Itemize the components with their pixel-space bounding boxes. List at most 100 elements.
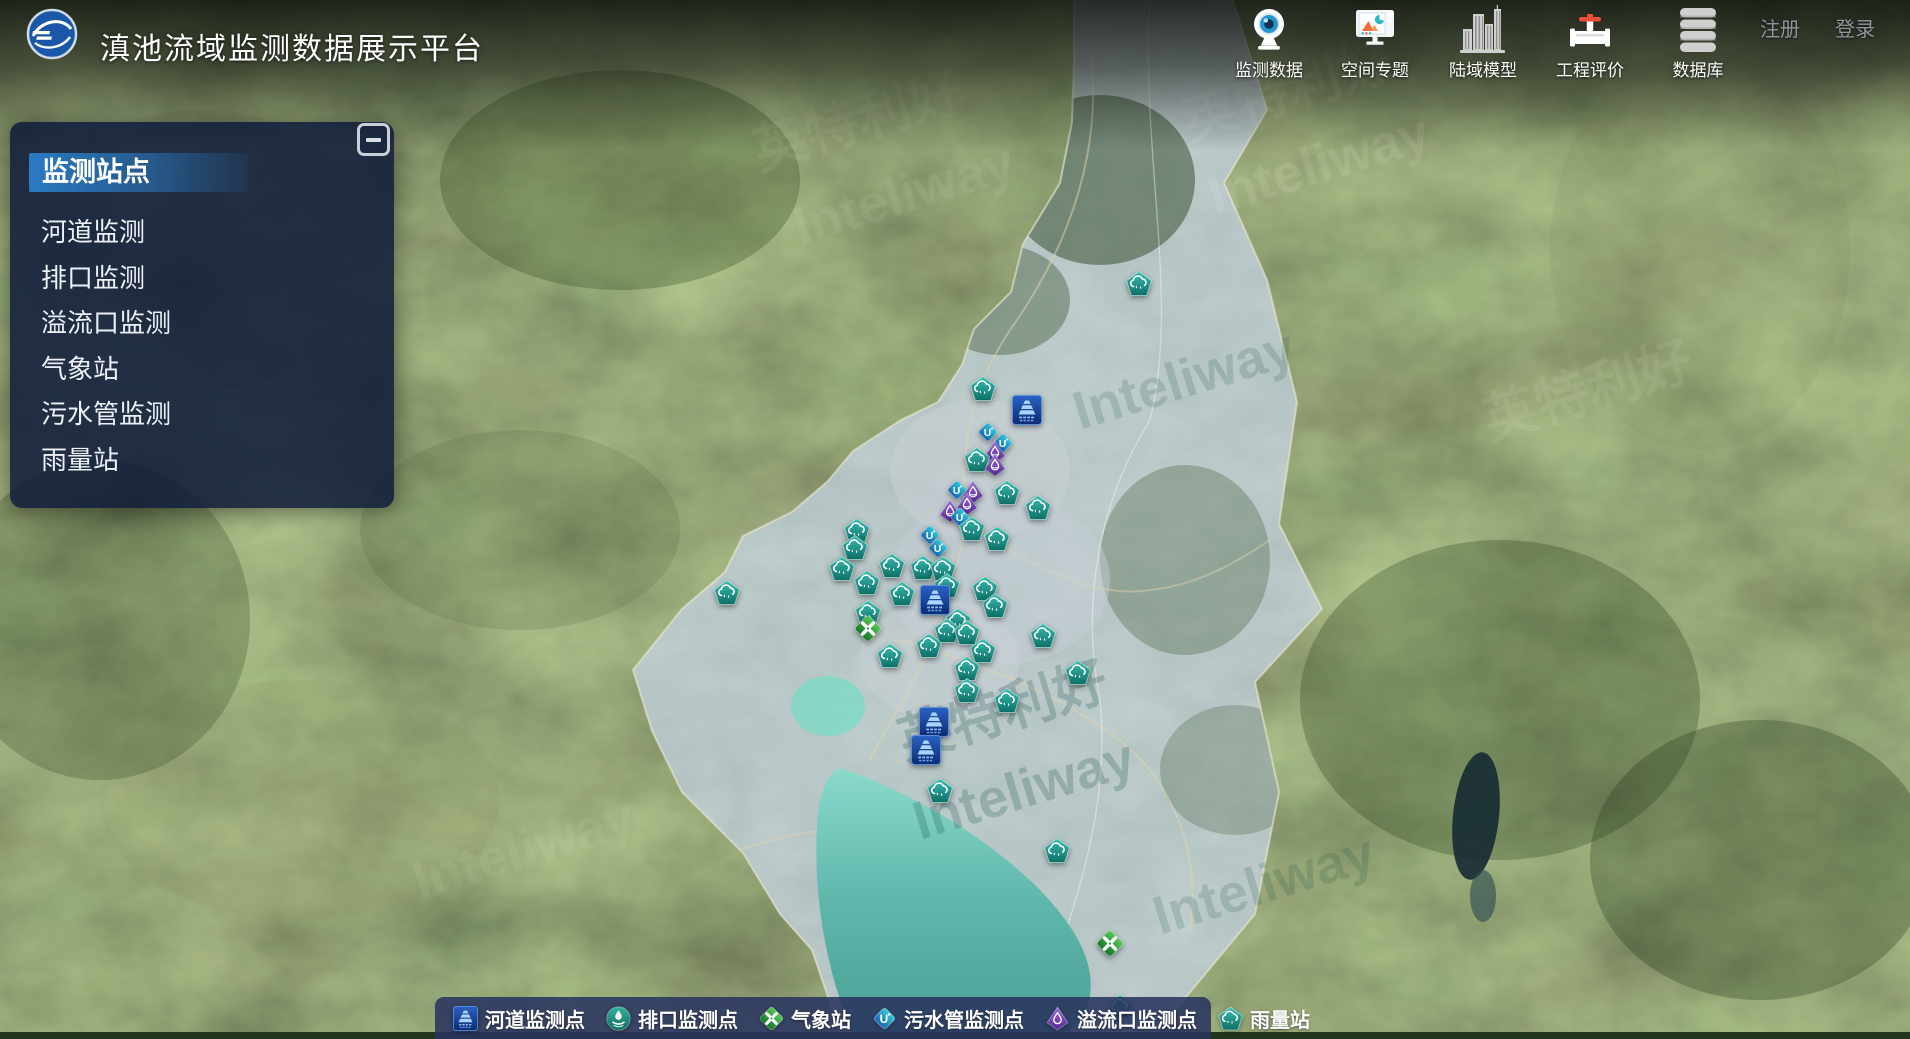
- map-marker-rain[interactable]: [970, 376, 996, 401]
- map-marker-overflow[interactable]: [984, 453, 1006, 477]
- overflow-outlet-legend-icon: [1045, 1006, 1070, 1031]
- svg-text:U: U: [934, 543, 942, 555]
- rain-station-legend-icon: [1218, 1006, 1243, 1031]
- rain-station-icon: [1030, 623, 1056, 648]
- rain-station-icon: [916, 633, 942, 658]
- map-marker-rain[interactable]: [927, 778, 953, 803]
- rain-station-icon: [982, 593, 1008, 618]
- rain-station-icon: [854, 570, 880, 595]
- sidebar-item-outlet-monitoring[interactable]: 排口监测: [10, 256, 394, 302]
- river-station-icon: [1012, 395, 1042, 425]
- rain-station-icon: [877, 643, 903, 668]
- map-marker-rain[interactable]: [954, 678, 980, 703]
- nav-item-project-evaluation[interactable]: 工程评价: [1542, 5, 1638, 81]
- rain-station-icon: [1065, 660, 1091, 685]
- weather-station-legend-icon: [759, 1006, 784, 1031]
- nav-label: 监测数据: [1235, 56, 1303, 81]
- legend-item-rain[interactable]: 雨量站: [1218, 1004, 1310, 1033]
- minimize-icon: [366, 138, 381, 142]
- overflow-outlet-station-icon: [984, 453, 1006, 477]
- legend-item-weather[interactable]: 气象站: [759, 1004, 851, 1033]
- rain-station-icon: [1025, 495, 1051, 520]
- panel-header-monitoring-stations[interactable]: 监测站点: [29, 153, 248, 192]
- svg-text:U: U: [984, 427, 992, 439]
- legend-label: 气象站: [791, 1004, 851, 1033]
- svg-text:U: U: [880, 1012, 889, 1026]
- map-legend: 河道监测点 排口监测点 气象站 U: [435, 997, 1211, 1039]
- nav-item-spatial-topics[interactable]: 空间专题: [1327, 5, 1423, 81]
- map-marker-rain[interactable]: [994, 480, 1020, 505]
- panel-header-label: 监测站点: [42, 157, 150, 187]
- map-marker-rain[interactable]: [982, 593, 1008, 618]
- map-marker-rain[interactable]: [916, 633, 942, 658]
- map-marker-rain[interactable]: [854, 570, 880, 595]
- map-marker-river[interactable]: [1012, 395, 1042, 425]
- map-marker-rain[interactable]: [1126, 271, 1152, 296]
- legend-item-overflow[interactable]: 溢流口监测点: [1045, 1004, 1197, 1033]
- buildings-icon: [1459, 5, 1507, 53]
- map-marker-weather[interactable]: [1096, 930, 1124, 957]
- map-marker-rain[interactable]: [879, 553, 905, 578]
- map-marker-rain[interactable]: [959, 516, 985, 541]
- outlet-station-legend-icon: [606, 1006, 631, 1031]
- legend-label: 排口监测点: [638, 1004, 738, 1033]
- legend-item-sewage[interactable]: U 污水管监测点: [872, 1004, 1024, 1033]
- nav-label: 工程评价: [1556, 56, 1624, 81]
- map-marker-rain[interactable]: [1025, 495, 1051, 520]
- valve-icon: [1566, 5, 1614, 53]
- nav-label: 空间专题: [1341, 56, 1409, 81]
- monitor-chart-icon: [1351, 5, 1399, 53]
- sidebar-item-rain-station[interactable]: 雨量站: [10, 438, 394, 484]
- nav-item-land-model[interactable]: 陆域模型: [1435, 5, 1531, 81]
- map-marker-rain[interactable]: [1030, 623, 1056, 648]
- rain-station-icon: [829, 556, 855, 581]
- legend-label: 溢流口监测点: [1077, 1004, 1197, 1033]
- sewage-pipe-legend-icon: U: [872, 1006, 897, 1031]
- map-marker-weather[interactable]: [854, 615, 882, 642]
- sidebar-item-sewage-pipe-monitoring[interactable]: 污水管监测: [10, 392, 394, 438]
- legend-item-outlet[interactable]: 排口监测点: [606, 1004, 738, 1033]
- map-marker-rain[interactable]: [984, 526, 1010, 551]
- map-marker-river[interactable]: [919, 707, 949, 737]
- nav-label: 数据库: [1673, 56, 1724, 81]
- rain-station-icon: [714, 580, 740, 605]
- webcam-icon: [1245, 5, 1293, 53]
- platform-logo: [26, 8, 78, 60]
- rain-station-icon: [954, 678, 980, 703]
- legend-label: 河道监测点: [485, 1004, 585, 1033]
- map-marker-rain[interactable]: [994, 688, 1020, 713]
- small-lake: [791, 676, 865, 736]
- map-marker-rain[interactable]: [714, 580, 740, 605]
- map-marker-rain[interactable]: [1044, 838, 1070, 863]
- rain-station-icon: [1044, 838, 1070, 863]
- sidebar-item-overflow-monitoring[interactable]: 溢流口监测: [10, 301, 394, 347]
- rain-station-icon: [959, 516, 985, 541]
- rain-station-icon: [879, 553, 905, 578]
- map-marker-rain[interactable]: [1065, 660, 1091, 685]
- rain-station-icon: [994, 688, 1020, 713]
- map-marker-river[interactable]: [911, 735, 941, 765]
- sidebar-item-river-monitoring[interactable]: 河道监测: [10, 210, 394, 256]
- rain-station-icon: [889, 581, 915, 606]
- page-title: 滇池流域监测数据展示平台: [100, 24, 484, 68]
- nav-item-database[interactable]: 数据库: [1650, 5, 1746, 81]
- weather-station-icon: [1096, 930, 1124, 957]
- database-icon: [1674, 5, 1722, 53]
- rain-station-icon: [984, 526, 1010, 551]
- map-marker-rain[interactable]: [877, 643, 903, 668]
- legend-label: 污水管监测点: [904, 1004, 1024, 1033]
- river-station-legend-icon: [453, 1006, 478, 1031]
- nav-item-monitoring-data[interactable]: 监测数据: [1221, 5, 1317, 81]
- station-type-list: 河道监测 排口监测 溢流口监测 气象站 污水管监测 雨量站: [10, 210, 394, 483]
- login-link[interactable]: 登录: [1835, 13, 1875, 42]
- register-link[interactable]: 注册: [1760, 13, 1800, 42]
- rain-station-icon: [1126, 271, 1152, 296]
- sidebar-item-weather-station[interactable]: 气象站: [10, 347, 394, 393]
- map-marker-rain[interactable]: [889, 581, 915, 606]
- rain-station-icon: [970, 376, 996, 401]
- map-marker-rain[interactable]: [829, 556, 855, 581]
- rain-station-icon: [994, 480, 1020, 505]
- legend-label: 雨量站: [1250, 1004, 1310, 1033]
- legend-item-river[interactable]: 河道监测点: [453, 1004, 585, 1033]
- panel-minimize-button[interactable]: [357, 123, 390, 156]
